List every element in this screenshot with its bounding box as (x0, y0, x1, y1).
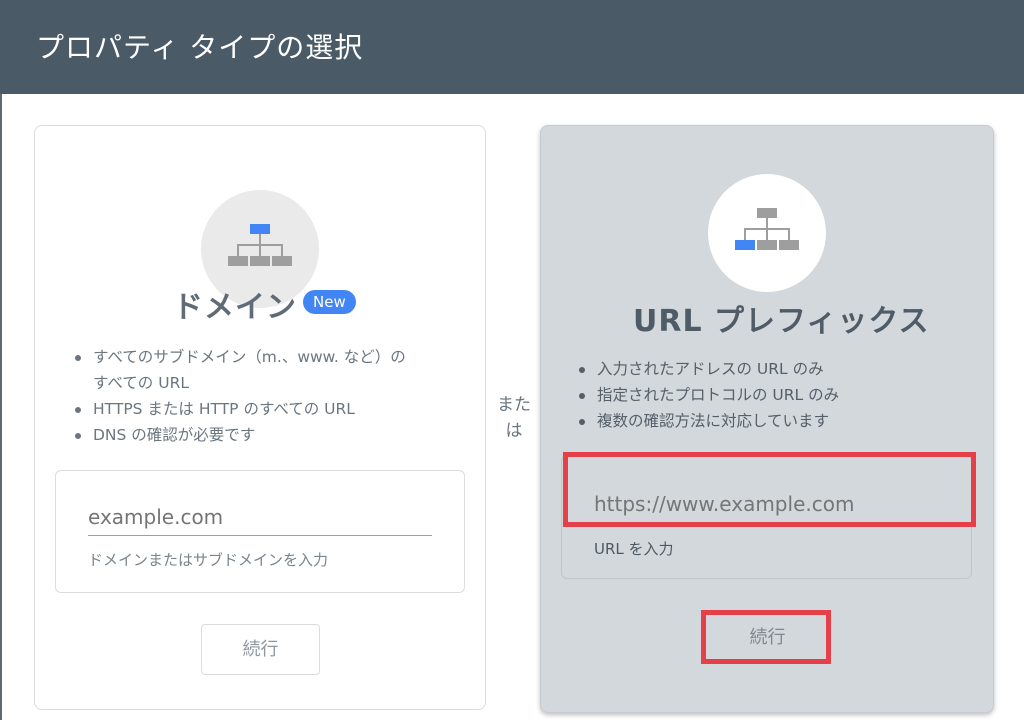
list-item: HTTPS または HTTP のすべての URL (73, 396, 453, 422)
or-separator: また は (497, 395, 531, 441)
list-item: DNS の確認が必要です (73, 422, 453, 448)
domain-feature-list: すべてのサブドメイン（m.、www. など）の すべての URL HTTPS ま… (73, 344, 453, 448)
url-prefix-card-title: URL プレフィックス (633, 304, 930, 339)
url-input-helper: URL を入力 (594, 540, 674, 558)
url-prefix-feature-list: 入力されたアドレスの URL のみ 指定されたプロトコルの URL のみ 複数の… (577, 356, 957, 434)
domain-input-container: ドメインまたはサブドメインを入力 (55, 470, 465, 593)
dialog-header: プロパティ タイプの選択 (0, 0, 1024, 94)
list-item: 指定されたプロトコルの URL のみ (577, 382, 957, 408)
list-item: 複数の確認方法に対応しています (577, 408, 957, 434)
domain-input-helper: ドメインまたはサブドメインを入力 (88, 551, 329, 569)
new-badge: New (303, 290, 356, 314)
dialog-title: プロパティ タイプの選択 (36, 31, 364, 64)
window-edge-divider (0, 94, 2, 720)
domain-continue-button[interactable]: 続行 (201, 624, 320, 675)
input-underline (88, 535, 432, 536)
url-input-highlight (563, 452, 976, 527)
continue-button-highlight (701, 610, 831, 664)
list-item: 入力されたアドレスの URL のみ (577, 356, 957, 382)
list-item: すべてのサブドメイン（m.、www. など）の すべての URL (73, 344, 453, 396)
domain-input[interactable] (88, 505, 432, 529)
sitemap-icon (735, 208, 799, 250)
domain-card-title: ドメイン (173, 290, 297, 325)
domain-property-card[interactable]: ドメイン New すべてのサブドメイン（m.、www. など）の すべての UR… (34, 125, 486, 710)
url-prefix-icon-circle (708, 174, 826, 292)
